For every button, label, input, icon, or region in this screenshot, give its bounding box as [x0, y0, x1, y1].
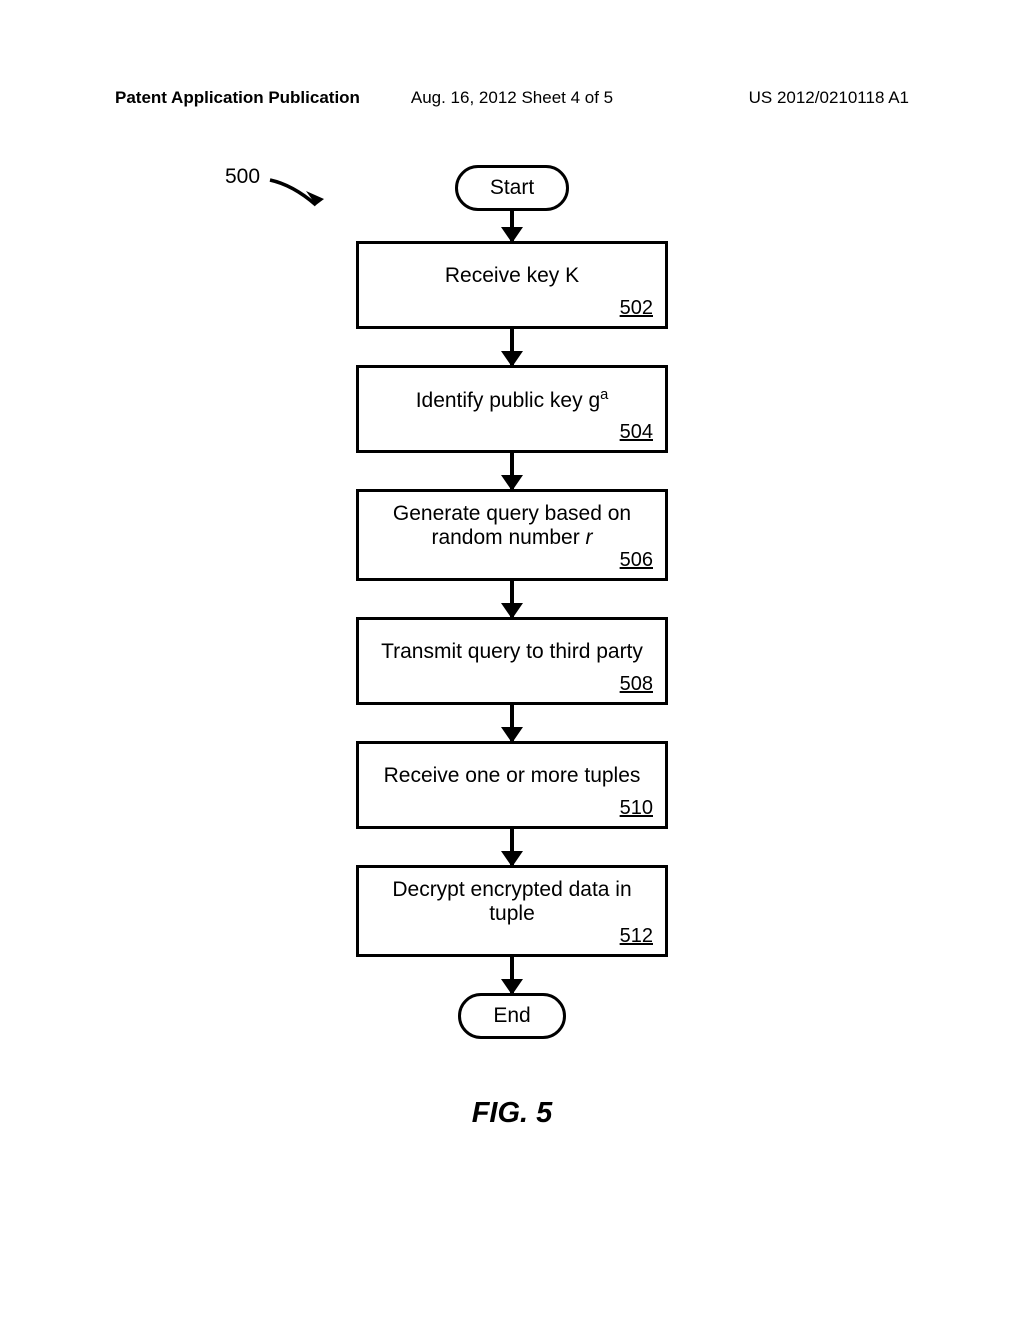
end-terminal: End — [458, 993, 565, 1039]
page-header: Patent Application Publication Aug. 16, … — [0, 88, 1024, 108]
process-508: Transmit query to third party 508 — [356, 617, 668, 705]
process-512: Decrypt encrypted data in tuple 512 — [356, 865, 668, 957]
arrow-icon — [510, 705, 514, 741]
process-text: Receive key K — [445, 264, 579, 288]
process-510: Receive one or more tuples 510 — [356, 741, 668, 829]
reference-number-500: 500 — [225, 165, 260, 189]
process-506: Generate query based onrandom number r 5… — [356, 489, 668, 581]
header-date-sheet: Aug. 16, 2012 Sheet 4 of 5 — [0, 88, 1024, 108]
process-text: Identify public key ga — [416, 387, 609, 413]
start-label: Start — [490, 176, 534, 199]
reference-arrow-icon — [268, 177, 330, 217]
process-number: 510 — [620, 797, 653, 820]
arrow-icon — [510, 329, 514, 365]
arrow-icon — [510, 453, 514, 489]
process-text: Transmit query to third party — [381, 640, 643, 664]
process-504: Identify public key ga 504 — [356, 365, 668, 453]
process-number: 504 — [620, 421, 653, 444]
process-number: 508 — [620, 673, 653, 696]
process-502: Receive key K 502 — [356, 241, 668, 329]
process-text: Generate query based onrandom number r — [393, 502, 631, 550]
end-label: End — [493, 1004, 530, 1027]
flowchart: 500 Start Receive key K 502 Identify pub… — [0, 165, 1024, 1130]
arrow-icon — [510, 581, 514, 617]
arrow-icon — [510, 211, 514, 241]
process-number: 502 — [620, 297, 653, 320]
start-terminal: Start — [455, 165, 569, 211]
process-number: 506 — [620, 549, 653, 572]
process-text: Receive one or more tuples — [384, 764, 641, 788]
process-text: Decrypt encrypted data in tuple — [377, 878, 647, 926]
process-number: 512 — [620, 925, 653, 948]
figure-caption: FIG. 5 — [472, 1097, 553, 1130]
arrow-icon — [510, 957, 514, 993]
arrow-icon — [510, 829, 514, 865]
